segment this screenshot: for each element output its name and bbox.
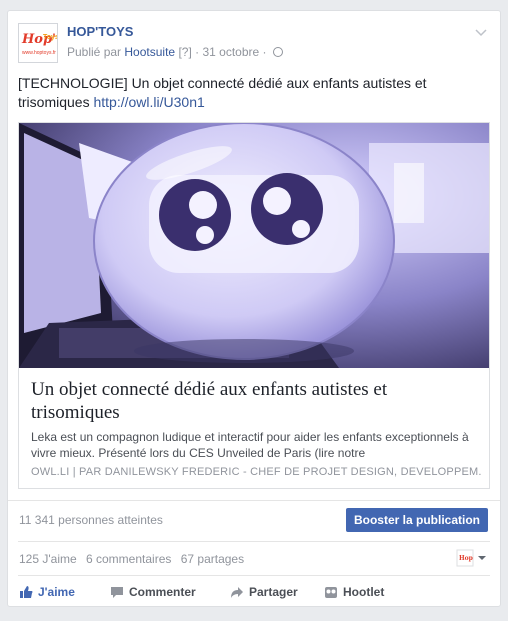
hootlet-label: Hootlet bbox=[343, 585, 385, 599]
divider bbox=[8, 500, 500, 501]
post-meta: Publié par Hootsuite [?] · 31 octobre · bbox=[67, 45, 283, 59]
page-selector[interactable]: Hop bbox=[456, 549, 490, 567]
share-icon bbox=[231, 587, 243, 598]
meta-separator: · bbox=[195, 45, 200, 59]
owl-icon bbox=[325, 587, 337, 598]
svg-text:Hop: Hop bbox=[459, 555, 473, 562]
attachment-title[interactable]: Un objet connecté dédié aux enfants auti… bbox=[31, 378, 471, 424]
page-avatar[interactable]: Hop' Toys www.hoptoys.fr bbox=[18, 23, 58, 63]
comments-count[interactable]: 6 commentaires bbox=[86, 552, 171, 566]
likes-count[interactable]: 125 J'aime bbox=[19, 552, 77, 566]
comment-button[interactable]: Commenter bbox=[110, 585, 196, 599]
post-message: [TECHNOLOGIE] Un objet connecté dédié au… bbox=[18, 75, 427, 110]
share-button[interactable]: Partager bbox=[230, 585, 298, 599]
shares-count[interactable]: 67 partages bbox=[181, 552, 244, 566]
logo-url: www.hoptoys.fr bbox=[22, 50, 56, 56]
tool-link[interactable]: Hootsuite bbox=[124, 45, 175, 59]
globe-icon bbox=[272, 47, 283, 57]
post-link[interactable]: http://owl.li/U30n1 bbox=[93, 94, 204, 110]
help-link[interactable]: [?] bbox=[178, 45, 191, 59]
share-label: Partager bbox=[249, 585, 298, 599]
post-card: Hop' Toys www.hoptoys.fr HOP'TOYS Publié… bbox=[7, 10, 501, 607]
like-button[interactable]: J'aime bbox=[19, 585, 75, 599]
link-attachment[interactable]: Un objet connecté dédié aux enfants auti… bbox=[18, 122, 490, 489]
comment-icon bbox=[111, 587, 123, 598]
meta-separator-2: · bbox=[262, 45, 267, 59]
attachment-description: Leka est un compagnon ludique et interac… bbox=[31, 430, 469, 460]
published-by-label: Publié par bbox=[67, 45, 122, 59]
thumbs-up-icon bbox=[20, 586, 33, 598]
attachment-source: OWL.LI | PAR DANILEWSKY FREDERIC - CHEF … bbox=[31, 466, 481, 478]
engagement-counts: 125 J'aime 6 commentaires 67 partages bbox=[19, 552, 250, 566]
page-name[interactable]: HOP'TOYS bbox=[67, 24, 133, 39]
divider bbox=[18, 541, 490, 542]
post-text: [TECHNOLOGIE] Un objet connecté dédié au… bbox=[18, 74, 438, 112]
like-label: J'aime bbox=[38, 585, 75, 599]
action-bar: J'aime Commenter Partager Hootlet bbox=[8, 575, 500, 608]
chevron-down-icon[interactable] bbox=[474, 25, 488, 39]
post-header: Hop' Toys www.hoptoys.fr HOP'TOYS Publié… bbox=[18, 23, 490, 65]
reach-count[interactable]: 11 341 personnes atteintes bbox=[19, 513, 163, 527]
hootlet-button[interactable]: Hootlet bbox=[324, 585, 384, 599]
comment-label: Commenter bbox=[129, 585, 196, 599]
post-date[interactable]: 31 octobre bbox=[202, 45, 259, 59]
attachment-photo[interactable] bbox=[19, 123, 489, 368]
boost-button[interactable]: Booster la publication bbox=[346, 508, 488, 532]
logo-toys: Toys bbox=[43, 34, 58, 41]
